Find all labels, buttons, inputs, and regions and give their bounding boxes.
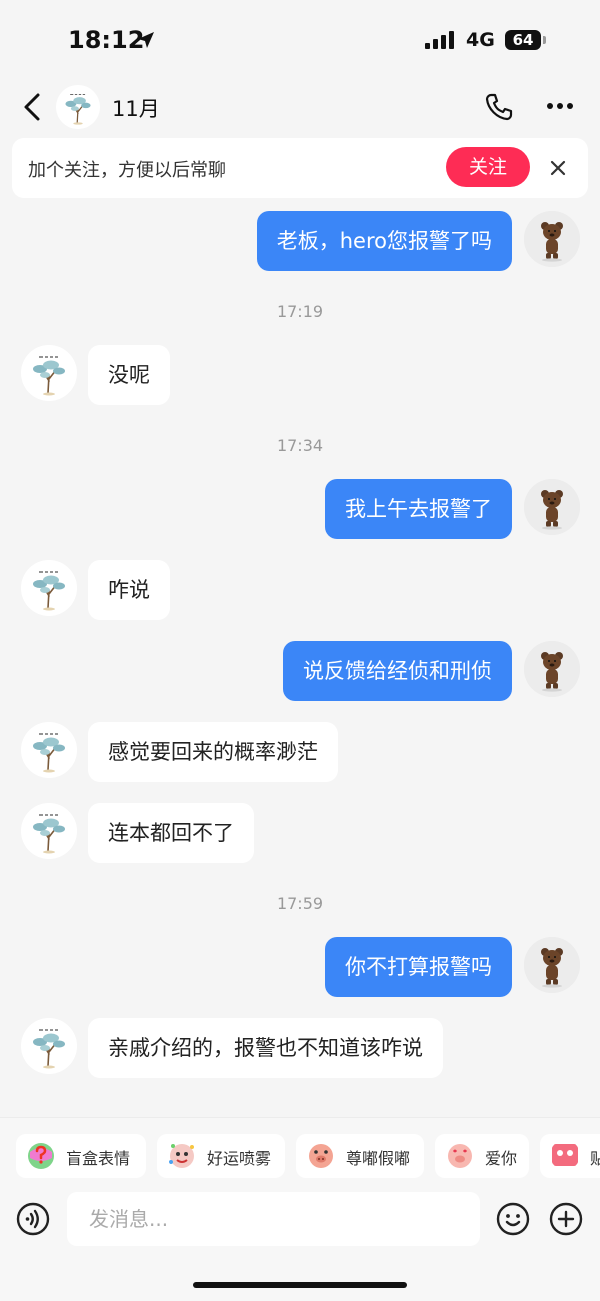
chat-title: 11月 bbox=[112, 97, 160, 121]
home-indicator bbox=[193, 1282, 407, 1288]
my-avatar[interactable] bbox=[524, 479, 580, 535]
received-message-bubble[interactable]: 亲戚介绍的，报警也不知道该咋说 bbox=[88, 1018, 443, 1078]
my-avatar[interactable] bbox=[524, 211, 580, 267]
pig-love-icon bbox=[448, 1144, 472, 1168]
sticker-label: 贴 bbox=[590, 1149, 600, 1168]
sent-message-bubble[interactable]: 说反馈给经侦和刑侦 bbox=[283, 641, 512, 701]
battery-cap bbox=[543, 36, 546, 44]
status-bar: 18:12 4G 64 bbox=[0, 0, 600, 80]
sticker-label: 尊嘟假嘟 bbox=[346, 1149, 411, 1168]
contact-avatar[interactable] bbox=[21, 1018, 77, 1074]
follow-prompt-text: 加个关注，方便以后常聊 bbox=[28, 160, 226, 181]
emoji-picker-icon[interactable] bbox=[496, 1202, 530, 1236]
close-icon[interactable] bbox=[548, 158, 568, 178]
location-arrow-icon bbox=[138, 32, 154, 48]
message-timestamp: 17:19 bbox=[276, 302, 324, 321]
pig-face-icon bbox=[309, 1144, 333, 1168]
back-chevron-icon[interactable] bbox=[20, 92, 44, 122]
phone-call-icon[interactable] bbox=[484, 92, 514, 122]
sticker-label: 好运喷雾 bbox=[207, 1149, 272, 1168]
sticker-label: 爱你 bbox=[485, 1149, 518, 1168]
signal-icon bbox=[425, 31, 454, 49]
sticker-chip[interactable]: 爱你 bbox=[435, 1134, 529, 1178]
battery-level: 64 bbox=[505, 30, 541, 50]
received-message-bubble[interactable]: 连本都回不了 bbox=[88, 803, 254, 863]
sticker-chip[interactable]: 好运喷雾 bbox=[157, 1134, 285, 1178]
message-input[interactable] bbox=[67, 1192, 480, 1246]
lucky-spray-icon bbox=[169, 1144, 194, 1168]
add-more-icon[interactable] bbox=[549, 1202, 583, 1236]
received-message-bubble[interactable]: 没呢 bbox=[88, 345, 170, 405]
contact-avatar[interactable] bbox=[21, 722, 77, 778]
status-time: 18:12 bbox=[68, 26, 145, 54]
more-options-icon[interactable] bbox=[546, 102, 574, 110]
sticker-suggestions: 盲盒表情 好运喷雾 尊嘟假嘟 爱你 贴 bbox=[0, 1134, 600, 1178]
received-message-bubble[interactable]: 感觉要回来的概率渺茫 bbox=[88, 722, 338, 782]
sticker-chip[interactable]: 尊嘟假嘟 bbox=[296, 1134, 424, 1178]
received-message-bubble[interactable]: 咋说 bbox=[88, 560, 170, 620]
follow-banner: 加个关注，方便以后常聊 关注 bbox=[12, 138, 588, 198]
my-avatar[interactable] bbox=[524, 937, 580, 993]
sent-message-bubble[interactable]: 老板，hero您报警了吗 bbox=[256, 211, 512, 271]
sticker-chip[interactable]: 盲盒表情 bbox=[16, 1134, 146, 1178]
my-avatar[interactable] bbox=[524, 641, 580, 697]
contact-avatar[interactable] bbox=[21, 803, 77, 859]
contact-avatar[interactable] bbox=[21, 560, 77, 616]
sent-message-bubble[interactable]: 你不打算报警吗 bbox=[325, 937, 512, 997]
follow-button[interactable]: 关注 bbox=[446, 147, 530, 187]
contact-avatar[interactable] bbox=[56, 85, 100, 129]
sticker-label: 盲盒表情 bbox=[66, 1149, 131, 1168]
sticker-icon bbox=[552, 1144, 578, 1166]
mystery-box-icon bbox=[28, 1143, 54, 1169]
network-type: 4G bbox=[466, 29, 495, 51]
voice-input-icon[interactable] bbox=[16, 1202, 50, 1236]
message-timestamp: 17:34 bbox=[276, 436, 324, 455]
composer-panel: 盲盒表情 好运喷雾 尊嘟假嘟 爱你 贴 发消息... bbox=[0, 1117, 600, 1301]
chat-header: 11月 bbox=[0, 80, 600, 134]
message-timestamp: 17:59 bbox=[276, 894, 324, 913]
contact-avatar[interactable] bbox=[21, 345, 77, 401]
sticker-chip[interactable]: 贴 bbox=[540, 1134, 600, 1178]
sent-message-bubble[interactable]: 我上午去报警了 bbox=[325, 479, 512, 539]
